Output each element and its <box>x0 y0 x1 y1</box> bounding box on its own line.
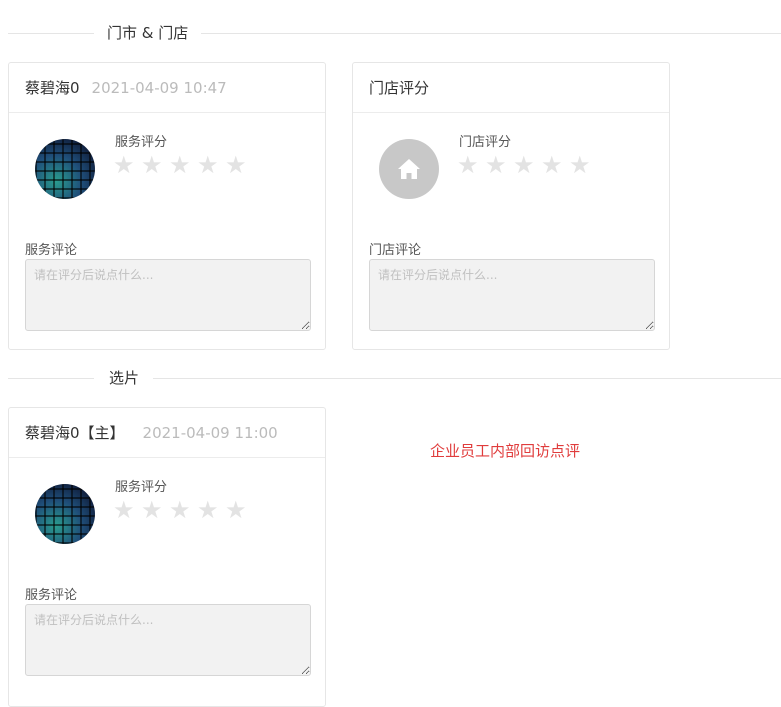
star-icon[interactable]: ★ <box>141 496 169 524</box>
visit-time: 2021-04-09 11:00 <box>142 423 278 442</box>
staff-rating-card: 蔡碧海0 2021-04-09 10:47 服务评分 ★ ★ ★ ★ ★ 服务评… <box>8 62 326 350</box>
star-icon[interactable]: ★ <box>169 496 197 524</box>
visit-time: 2021-04-09 10:47 <box>91 78 227 97</box>
comment-textarea[interactable] <box>369 259 655 331</box>
card-header: 蔡碧海0 2021-04-09 10:47 <box>9 63 325 113</box>
star-icon[interactable]: ★ <box>225 496 253 524</box>
star-icon[interactable]: ★ <box>541 151 569 179</box>
card-body: 服务评分 ★ ★ ★ ★ ★ 服务评论 <box>9 458 325 694</box>
store-rating-card: 门店评分 门店评分 ★ ★ ★ ★ ★ 门店评论 <box>352 62 670 350</box>
card-title: 门店评分 <box>369 79 430 97</box>
card-body: 门店评分 ★ ★ ★ ★ ★ 门店评论 <box>353 113 669 349</box>
star-icon[interactable]: ★ <box>141 151 169 179</box>
rating-label: 服务评分 <box>115 480 168 495</box>
section-divider-store: 门市 & 门店 <box>8 23 781 43</box>
avatar <box>35 484 95 544</box>
section-divider-selection: 选片 <box>8 368 781 388</box>
comment-textarea[interactable] <box>25 604 311 676</box>
staff-rating-card: 蔡碧海0【主】 2021-04-09 11:00 服务评分 ★ ★ ★ ★ ★ … <box>8 407 326 707</box>
star-rating[interactable]: ★ ★ ★ ★ ★ <box>113 151 253 179</box>
card-header: 门店评分 <box>353 63 669 113</box>
star-icon[interactable]: ★ <box>113 496 141 524</box>
star-icon[interactable]: ★ <box>197 151 225 179</box>
star-icon[interactable]: ★ <box>485 151 513 179</box>
comment-label: 服务评论 <box>25 588 78 603</box>
home-icon <box>398 159 420 179</box>
comment-label: 服务评论 <box>25 243 78 258</box>
section-title: 门市 & 门店 <box>107 24 189 42</box>
star-icon[interactable]: ★ <box>225 151 253 179</box>
star-icon[interactable]: ★ <box>113 151 141 179</box>
rating-label: 门店评分 <box>459 135 512 150</box>
avatar <box>35 139 95 199</box>
star-rating[interactable]: ★ ★ ★ ★ ★ <box>113 496 253 524</box>
store-avatar <box>379 139 439 199</box>
card-body: 服务评分 ★ ★ ★ ★ ★ 服务评论 <box>9 113 325 349</box>
internal-review-note: 企业员工内部回访点评 <box>430 442 581 460</box>
comment-textarea[interactable] <box>25 259 311 331</box>
star-icon[interactable]: ★ <box>569 151 597 179</box>
star-icon[interactable]: ★ <box>169 151 197 179</box>
star-icon[interactable]: ★ <box>457 151 485 179</box>
staff-name: 蔡碧海0【主】 <box>25 424 125 442</box>
star-icon[interactable]: ★ <box>197 496 225 524</box>
star-rating[interactable]: ★ ★ ★ ★ ★ <box>457 151 597 179</box>
star-icon[interactable]: ★ <box>513 151 541 179</box>
staff-name: 蔡碧海0 <box>25 79 80 97</box>
card-header: 蔡碧海0【主】 2021-04-09 11:00 <box>9 408 325 458</box>
comment-label: 门店评论 <box>369 243 422 258</box>
section-title: 选片 <box>109 369 140 387</box>
rating-label: 服务评分 <box>115 135 168 150</box>
